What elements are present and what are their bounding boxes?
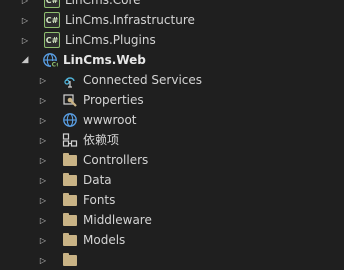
svg-text:C#: C# [52, 62, 58, 68]
connected-services-icon [64, 77, 75, 88]
tree-node-lincms-plugins[interactable]: ▷ C# LinCms.Plugins [0, 30, 344, 50]
tree-node-connected-services[interactable]: ▷ Connected Services [0, 70, 344, 90]
tree-node-fonts[interactable]: ▷ Fonts [0, 190, 344, 210]
web-project-globe-icon: C# [43, 53, 58, 68]
project-label: LinCms.Core [65, 0, 141, 7]
csharp-project-icon: C# [44, 0, 60, 8]
expand-chevron-icon[interactable]: ▷ [20, 0, 30, 10]
tree-node-lincms-infrastructure[interactable]: ▷ C# LinCms.Infrastructure [0, 10, 344, 30]
expand-chevron-icon[interactable]: ▷ [38, 110, 48, 130]
tree-node-data[interactable]: ▷ Data [0, 170, 344, 190]
folder-icon [63, 173, 77, 186]
dependencies-icon [62, 133, 78, 147]
expand-chevron-icon[interactable]: ▷ [20, 10, 30, 30]
folder-icon [63, 253, 77, 266]
tree-node-lincms-core[interactable]: ▷ C# LinCms.Core [0, 0, 344, 10]
expand-chevron-icon[interactable]: ▷ [38, 70, 48, 90]
csharp-project-icon: C# [44, 12, 60, 28]
tree-node-middleware[interactable]: ▷ Middleware [0, 210, 344, 230]
globe-icon [63, 113, 77, 127]
tree-node-properties[interactable]: ▷ Properties [0, 90, 344, 110]
project-label: LinCms.Web [63, 53, 146, 67]
collapse-chevron-icon[interactable]: ◢ [20, 50, 30, 70]
node-label: Data [83, 173, 112, 187]
node-label: wwwroot [83, 113, 137, 127]
folder-icon [63, 153, 77, 166]
expand-chevron-icon[interactable]: ▷ [38, 250, 48, 270]
csharp-project-icon: C# [44, 32, 60, 48]
node-label: Fonts [83, 193, 116, 207]
node-label: Controllers [83, 153, 149, 167]
node-label: Models [83, 233, 126, 247]
expand-chevron-icon[interactable]: ▷ [38, 150, 48, 170]
node-label: Connected Services [83, 73, 203, 87]
expand-chevron-icon[interactable]: ▷ [38, 90, 48, 110]
properties-wrench-icon [63, 94, 77, 107]
tree-node-partial[interactable]: ▷ [0, 250, 344, 270]
tree-node-lincms-web[interactable]: ◢ C# LinCms.Web [0, 50, 344, 70]
expand-chevron-icon[interactable]: ▷ [38, 230, 48, 250]
expand-chevron-icon[interactable]: ▷ [38, 210, 48, 230]
tree-node-models[interactable]: ▷ Models [0, 230, 344, 250]
tree-node-wwwroot[interactable]: ▷ wwwroot [0, 110, 344, 130]
project-label: LinCms.Infrastructure [65, 13, 195, 27]
project-label: LinCms.Plugins [65, 33, 156, 47]
expand-chevron-icon[interactable]: ▷ [38, 130, 48, 150]
expand-chevron-icon[interactable]: ▷ [38, 190, 48, 210]
node-label: Middleware [83, 213, 152, 227]
solution-explorer-tree: ▷ C# LinCms.Core ▷ C# LinCms.Infrastruct… [0, 0, 344, 266]
node-label: 依赖项 [83, 133, 120, 147]
folder-icon [63, 213, 77, 226]
node-label: Properties [83, 93, 144, 107]
expand-chevron-icon[interactable]: ▷ [20, 30, 30, 50]
tree-node-dependencies[interactable]: ▷ 依赖项 [0, 130, 344, 150]
tree-node-controllers[interactable]: ▷ Controllers [0, 150, 344, 170]
folder-icon [63, 193, 77, 206]
expand-chevron-icon[interactable]: ▷ [38, 170, 48, 190]
folder-icon [63, 233, 77, 246]
